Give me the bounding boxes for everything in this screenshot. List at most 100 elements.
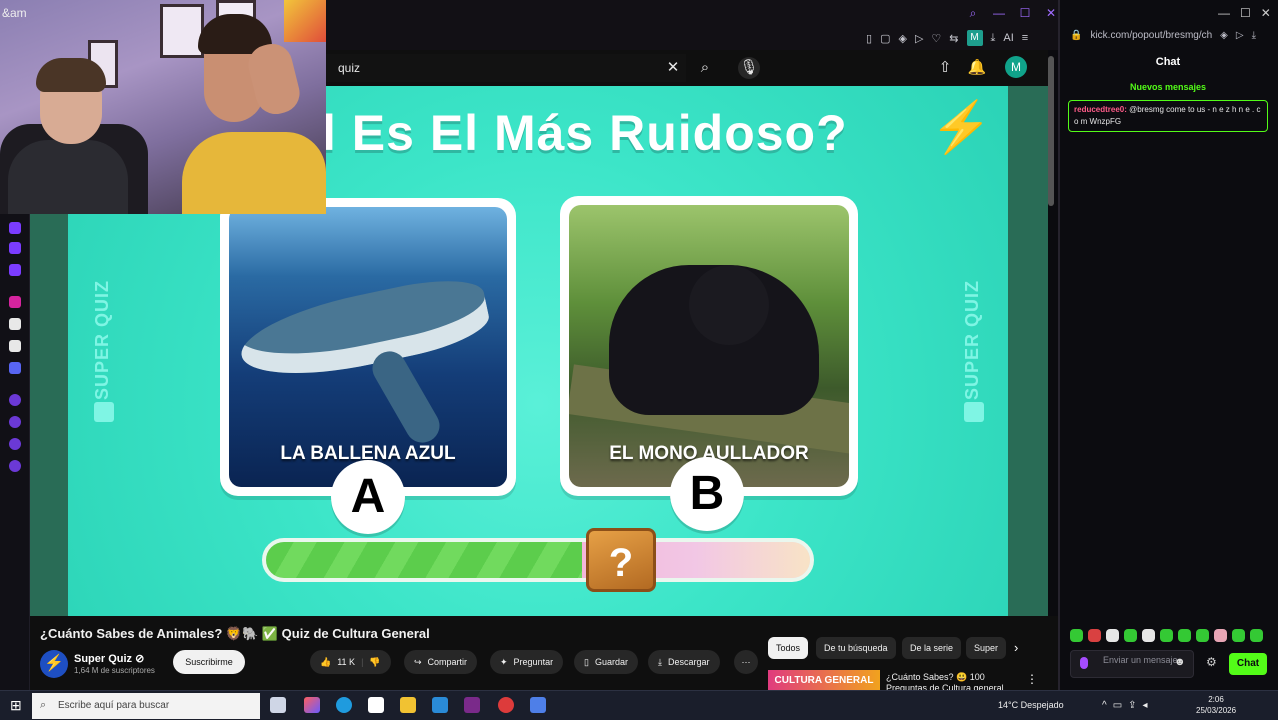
emote-icon[interactable]	[1160, 629, 1173, 642]
quiz-logo-icon	[964, 402, 984, 422]
settings-icon[interactable]	[9, 460, 21, 472]
app-icon[interactable]	[9, 264, 21, 276]
bookmark-icon[interactable]: ▯	[866, 32, 872, 45]
divider: |	[361, 657, 364, 667]
emote-icon[interactable]	[1232, 629, 1245, 642]
more-actions-button[interactable]: ⋯	[734, 650, 758, 674]
profile-extension-icon[interactable]: M	[966, 30, 983, 46]
like-count: 11 K	[337, 657, 356, 667]
avatar[interactable]: M	[1005, 56, 1027, 78]
chip-de-tu-busqueda[interactable]: De tu búsqueda	[816, 637, 896, 659]
copilot-icon[interactable]	[304, 697, 320, 713]
mail-icon[interactable]	[432, 697, 448, 713]
microphone-icon[interactable]	[1080, 657, 1088, 669]
ai-icon[interactable]: AI	[1003, 32, 1013, 44]
chip-de-la-serie[interactable]: De la serie	[902, 637, 962, 659]
maximize-icon[interactable]: ☐	[1240, 6, 1251, 20]
download-icon[interactable]: ⤓	[991, 32, 996, 45]
search-icon[interactable]: ⌕	[966, 6, 980, 21]
save-label: Guardar	[594, 657, 628, 667]
emote-icon[interactable]	[1250, 629, 1263, 642]
shield-icon[interactable]: ◈	[1220, 30, 1228, 41]
emote-icon[interactable]	[1088, 629, 1101, 642]
emote-icon[interactable]	[1142, 629, 1155, 642]
chip-todos[interactable]: Todos	[768, 637, 809, 659]
app-icon[interactable]	[530, 697, 546, 713]
microphone-icon[interactable]: 🎙	[738, 57, 760, 79]
webcam-overlay: &am	[0, 0, 326, 214]
shield-icon[interactable]: ◈	[898, 32, 906, 45]
emote-icon[interactable]	[1070, 629, 1083, 642]
clock-date: 25/03/2026	[1196, 706, 1237, 715]
chat-address-bar[interactable]: 🔒 kick.com/popout/bresmg/ch ◈ ▷ ⤓	[1070, 30, 1256, 41]
circle-icon[interactable]	[9, 394, 21, 406]
thumbs-down-icon[interactable]: 👎	[369, 650, 380, 674]
chat-username[interactable]: reducedtree0:	[1074, 105, 1127, 114]
instagram-icon[interactable]	[9, 296, 21, 308]
clear-search-icon[interactable]: ✕	[662, 57, 684, 79]
chrome-icon[interactable]	[498, 697, 514, 713]
play-icon[interactable]: ▷	[915, 32, 923, 45]
share-button[interactable]: ↪ Compartir	[404, 650, 478, 674]
app-icon[interactable]	[9, 242, 21, 254]
windows-start-icon[interactable]: ⊞	[10, 697, 22, 714]
minimize-icon[interactable]: —	[1218, 6, 1230, 20]
tiktok-icon[interactable]	[9, 318, 21, 330]
weather-widget[interactable]: 14°C Despejado	[998, 700, 1064, 710]
minimize-icon[interactable]: —	[992, 6, 1006, 21]
download-button[interactable]: ⤓ Descargar	[648, 650, 720, 674]
gear-icon[interactable]: ⚙	[1206, 655, 1217, 669]
emote-icon[interactable]	[1214, 629, 1227, 642]
close-icon[interactable]: ✕	[1261, 6, 1271, 20]
ask-button[interactable]: ✦ Preguntar	[490, 650, 564, 674]
subscribe-button[interactable]: Suscribirme	[173, 650, 245, 674]
share-icon[interactable]: ▢	[880, 32, 890, 45]
discord-icon[interactable]	[9, 362, 21, 374]
clock-icon[interactable]	[9, 416, 21, 428]
chat-bubble-icon[interactable]	[9, 438, 21, 450]
store-icon[interactable]	[368, 697, 384, 713]
emote-icon[interactable]	[1196, 629, 1209, 642]
recommended-thumbnail[interactable]: CULTURA GENERAL	[768, 670, 880, 692]
emoji-icon[interactable]: ☻	[1174, 656, 1186, 668]
search-box[interactable]	[326, 54, 686, 82]
play-icon[interactable]: ▷	[1236, 30, 1244, 41]
taskbar-clock[interactable]: 2:06 25/03/2026	[1196, 694, 1236, 716]
option-b-badge: B	[670, 457, 744, 531]
emote-icon[interactable]	[1178, 629, 1191, 642]
howler-monkey-image: EL MONO AULLADOR	[569, 205, 849, 487]
emote-bar	[1070, 629, 1263, 642]
file-explorer-icon[interactable]	[400, 697, 416, 713]
task-view-icon[interactable]	[270, 697, 286, 713]
save-button[interactable]: ▯ Guardar	[574, 650, 638, 674]
chip-super[interactable]: Super	[966, 637, 1006, 659]
maximize-icon[interactable]: ☐	[1018, 6, 1032, 21]
scrollbar-thumb[interactable]	[1048, 56, 1054, 206]
app-icon[interactable]	[9, 222, 21, 234]
taskbar-search[interactable]: Escribe aquí para buscar	[32, 693, 260, 719]
bell-icon[interactable]: 🔔	[966, 57, 988, 79]
menu-icon[interactable]: ≡	[1022, 32, 1028, 44]
channel-name[interactable]: Super Quiz ⊘	[74, 652, 144, 665]
emote-icon[interactable]	[1106, 629, 1119, 642]
emote-icon[interactable]	[1124, 629, 1137, 642]
chevron-right-icon[interactable]: ›	[1014, 640, 1018, 655]
x-icon[interactable]	[9, 340, 21, 352]
app-icon[interactable]	[464, 697, 480, 713]
send-chat-button[interactable]: Chat	[1229, 653, 1267, 675]
upload-icon[interactable]: ⇧	[934, 57, 956, 79]
thumbs-up-icon: 👍	[320, 657, 332, 667]
more-vertical-icon[interactable]: ⋮	[1026, 672, 1038, 686]
system-tray-icons[interactable]: ^▭⇪◂	[1102, 700, 1154, 711]
edge-icon[interactable]	[336, 697, 352, 713]
close-icon[interactable]: ✕	[1044, 6, 1058, 21]
heart-icon[interactable]: ♡	[931, 32, 941, 45]
channel-avatar[interactable]: ⚡	[40, 650, 68, 678]
search-input[interactable]: quiz	[338, 61, 360, 75]
video-title: ¿Cuánto Sabes de Animales? 🦁🐘 ✅ Quiz de …	[40, 626, 430, 641]
search-icon[interactable]: ⌕	[694, 57, 716, 79]
like-button[interactable]: 👍 11 K | 👎	[310, 650, 391, 674]
share-icon: ↪	[414, 657, 422, 667]
sync-icon[interactable]: ⇆	[949, 32, 958, 45]
download-icon[interactable]: ⤓	[1252, 30, 1256, 41]
